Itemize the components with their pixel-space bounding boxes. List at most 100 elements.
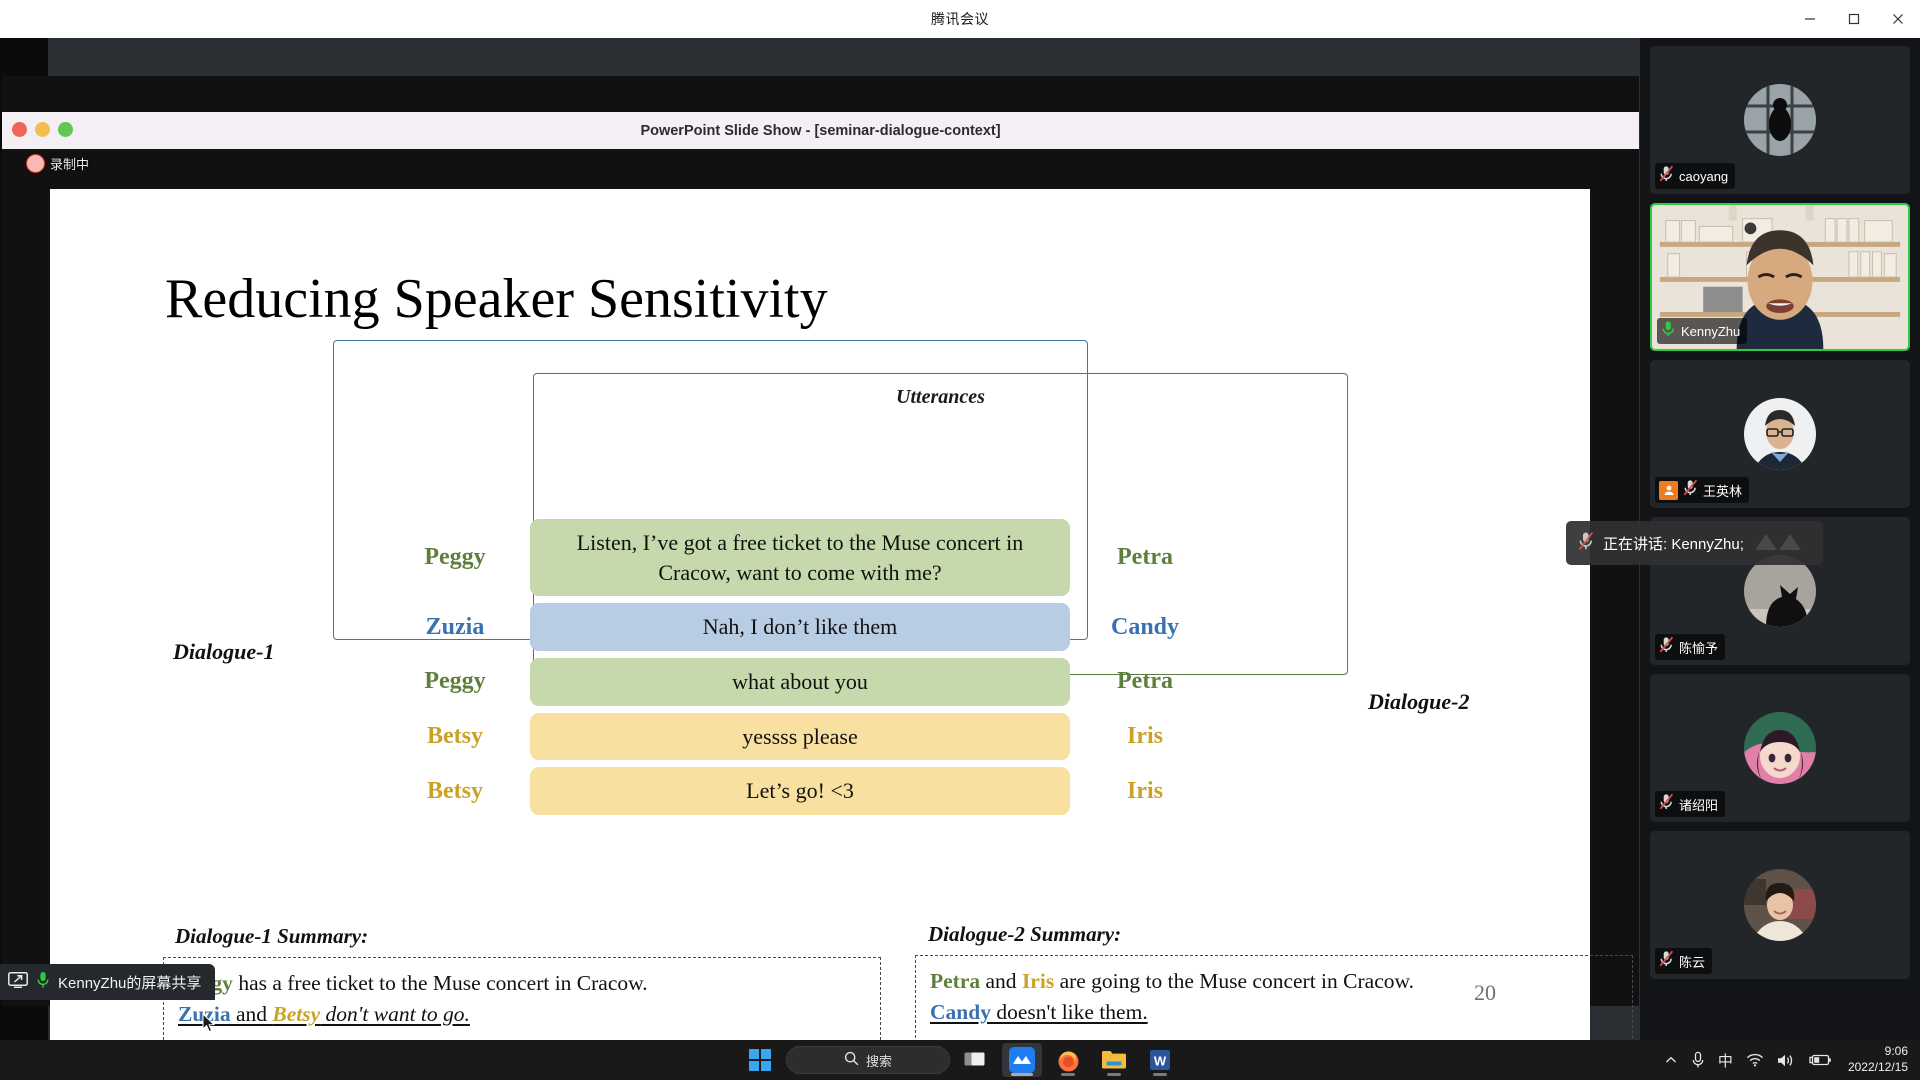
shared-screen-stage: 录制中 PowerPoint Slide Show - [seminar-dia… bbox=[0, 38, 1640, 1056]
dialogue-row: Betsy Let’s go! <3 Iris bbox=[380, 767, 1300, 816]
taskbar-item-firefox[interactable] bbox=[1048, 1043, 1088, 1077]
task-view-button[interactable] bbox=[956, 1043, 996, 1077]
mac-traffic-lights bbox=[12, 122, 73, 137]
dialogue-row: Peggy Listen, I’ve got a free ticket to t… bbox=[380, 519, 1300, 597]
participant-namebar: 陈云 bbox=[1655, 948, 1713, 974]
dialogue-1-label: Dialogue-1 bbox=[173, 639, 275, 664]
summary-2-line-1-mid: and bbox=[980, 969, 1022, 993]
speaking-microphone-icon bbox=[1578, 531, 1594, 556]
participant-tile[interactable]: 王英林 bbox=[1650, 360, 1910, 508]
avatar bbox=[1744, 398, 1816, 470]
participant-tile[interactable]: 诸绍阳 bbox=[1650, 674, 1910, 822]
taskbar-item-word[interactable]: W bbox=[1140, 1043, 1180, 1077]
left-speaker-name: Zuzia bbox=[425, 613, 485, 640]
host-badge-icon bbox=[1659, 480, 1678, 500]
participant-name: 王英林 bbox=[1703, 483, 1743, 499]
taskbar-item-file-explorer[interactable] bbox=[1094, 1043, 1134, 1077]
wifi-icon[interactable] bbox=[1746, 1053, 1764, 1067]
participant-name: 诸绍阳 bbox=[1679, 797, 1719, 813]
dialogue-row: Betsy yessss please Iris bbox=[380, 712, 1300, 761]
minimize-button[interactable] bbox=[1788, 0, 1832, 38]
dialogue-row: Peggy what about you Petra bbox=[380, 658, 1300, 706]
speaking-toast: 正在讲话: KennyZhu; bbox=[1566, 521, 1823, 565]
summary-2-line-2-rest: doesn't like them. bbox=[990, 999, 1148, 1024]
recording-label: 录制中 bbox=[50, 157, 90, 172]
microphone-muted-icon bbox=[1659, 636, 1674, 658]
participant-namebar: 陈愉予 bbox=[1655, 634, 1726, 660]
left-speaker-name: Betsy bbox=[427, 777, 483, 804]
shared-powerpoint-window: 录制中 PowerPoint Slide Show - [seminar-dia… bbox=[2, 76, 1639, 1056]
participant-tile[interactable]: 陈云 bbox=[1650, 831, 1910, 979]
battery-charging-icon[interactable] bbox=[1808, 1053, 1832, 1067]
clock-date: 2022/12/15 bbox=[1847, 1060, 1908, 1074]
participant-tile[interactable]: caoyang bbox=[1650, 46, 1910, 194]
ppt-titlebar: PowerPoint Slide Show - [seminar-dialogu… bbox=[2, 112, 1639, 149]
microphone-muted-icon bbox=[1659, 793, 1674, 815]
summary-2-line-1: Petra and Iris are going to the Muse con… bbox=[930, 966, 1618, 997]
avatar bbox=[1744, 869, 1816, 941]
left-speaker-name: Betsy bbox=[427, 723, 483, 750]
summary-1-line-1-rest: has a free ticket to the Muse concert in… bbox=[232, 971, 648, 995]
dialogue-rows: Peggy Listen, I’ve got a free ticket to t… bbox=[380, 519, 1300, 822]
utterance-bubble: Listen, I’ve got a free ticket to the Mu… bbox=[530, 519, 1070, 597]
audio-wave-icon bbox=[1753, 530, 1809, 557]
summary-2-name-iris: Iris bbox=[1021, 969, 1055, 993]
window-controls bbox=[1788, 0, 1920, 38]
mac-minimize-icon[interactable] bbox=[35, 122, 50, 137]
participant-namebar: 王英林 bbox=[1655, 477, 1750, 503]
participant-namebar: KennyZhu bbox=[1657, 318, 1748, 344]
summary-2-line-1-rest: are going to the Muse concert in Cracow. bbox=[1054, 969, 1414, 993]
screen-share-icon bbox=[8, 971, 28, 993]
app-titlebar: 腾讯会议 bbox=[0, 0, 1920, 38]
right-speaker-name: Iris bbox=[1127, 723, 1163, 750]
ime-indicator[interactable]: 中 bbox=[1718, 1050, 1733, 1071]
speaker-icon[interactable] bbox=[1777, 1053, 1795, 1068]
record-dot-icon bbox=[26, 154, 45, 173]
slide-title: Reducing Speaker Sensitivity bbox=[165, 268, 828, 330]
participant-name: 陈愉予 bbox=[1679, 640, 1719, 656]
system-tray: 中 9:06 2022/12/15 bbox=[1664, 1040, 1914, 1080]
participant-name: caoyang bbox=[1679, 168, 1729, 184]
maximize-button[interactable] bbox=[1832, 0, 1876, 38]
start-button[interactable] bbox=[740, 1043, 780, 1077]
ppt-title: PowerPoint Slide Show - [seminar-dialogu… bbox=[640, 122, 1001, 139]
summary-1-line-1: Peggy has a free ticket to the Muse conc… bbox=[178, 968, 866, 999]
taskbar-item-tencent-meeting[interactable] bbox=[1002, 1043, 1042, 1077]
clock-time: 9:06 bbox=[1884, 1044, 1908, 1059]
microphone-on-icon bbox=[1661, 320, 1676, 342]
dialogue-2-summary-box: Petra and Iris are going to the Muse con… bbox=[915, 955, 1633, 1043]
summary-2-name-petra: Petra bbox=[930, 969, 981, 993]
summary-2-name-candy: Candy bbox=[930, 999, 991, 1024]
running-indicator bbox=[1107, 1073, 1121, 1076]
slide-page-number: 20 bbox=[1474, 980, 1496, 1005]
left-speaker-name: Peggy bbox=[424, 544, 486, 571]
participant-namebar: caoyang bbox=[1655, 163, 1736, 189]
recording-indicator: 录制中 bbox=[26, 154, 89, 173]
utterance-bubble: what about you bbox=[530, 658, 1070, 706]
search-input[interactable]: 搜索 bbox=[786, 1046, 950, 1074]
right-speaker-name: Iris bbox=[1127, 777, 1163, 804]
microphone-icon[interactable] bbox=[1691, 1051, 1705, 1069]
mac-close-icon[interactable] bbox=[12, 122, 27, 137]
screen-share-label: KennyZhu的屏幕共享 bbox=[58, 974, 202, 992]
chevron-up-icon[interactable] bbox=[1664, 1053, 1678, 1067]
avatar bbox=[1744, 712, 1816, 784]
utterances-label: Utterances bbox=[896, 386, 985, 408]
windows-taskbar: 搜索 W 中 9:06 2022/12/15 bbox=[0, 1040, 1920, 1080]
participant-name: KennyZhu bbox=[1681, 323, 1741, 339]
mac-zoom-icon[interactable] bbox=[58, 122, 73, 137]
participant-tile[interactable]: KennyZhu bbox=[1650, 203, 1910, 351]
active-indicator bbox=[1011, 1073, 1033, 1076]
summary-1-name-betsy: Betsy bbox=[272, 1001, 321, 1026]
taskbar-center-group: 搜索 W bbox=[740, 1040, 1180, 1080]
slide-canvas: Reducing Speaker Sensitivity Utterances … bbox=[50, 189, 1633, 1056]
clock[interactable]: 9:06 2022/12/15 bbox=[1848, 1044, 1908, 1075]
app-title: 腾讯会议 bbox=[931, 11, 989, 27]
summary-1-line-2: Zuzia and Betsy don't want to go. bbox=[178, 999, 866, 1030]
close-button[interactable] bbox=[1876, 0, 1920, 38]
microphone-on-icon bbox=[36, 971, 50, 994]
search-icon bbox=[844, 1051, 859, 1069]
summary-2-line-2: Candy doesn't like them. bbox=[930, 997, 1618, 1028]
dialogue-2-summary-title: Dialogue-2 Summary: bbox=[928, 922, 1122, 946]
right-speaker-name: Petra bbox=[1117, 668, 1173, 695]
